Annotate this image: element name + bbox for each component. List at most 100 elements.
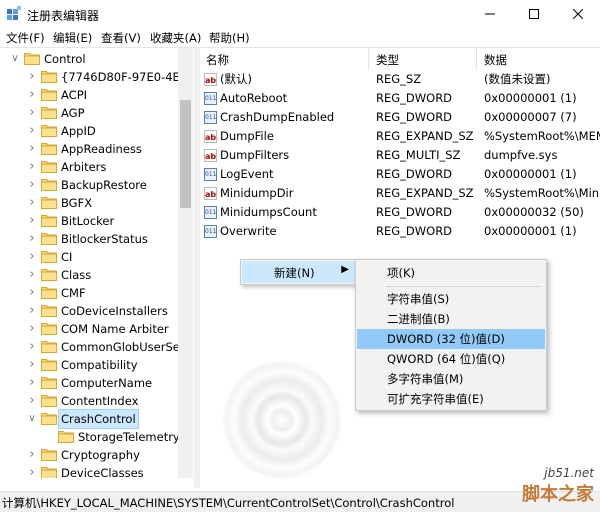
tree-item[interactable]: › CoDeviceInstallers: [0, 302, 180, 320]
close-button[interactable]: [556, 0, 600, 28]
tree-item-label: {7746D80F-97E0-4E26-: [61, 70, 192, 84]
tree-item[interactable]: › ContentIndex: [0, 392, 180, 410]
tree-item[interactable]: › BitlockerStatus: [0, 230, 180, 248]
chevron-right-icon[interactable]: ›: [27, 68, 37, 86]
folder-icon: [58, 430, 74, 443]
minimize-button[interactable]: [468, 0, 512, 28]
tree-item[interactable]: › {7746D80F-97E0-4E26-: [0, 68, 192, 86]
maximize-button[interactable]: [512, 0, 556, 28]
value-row[interactable]: 011 Overwrite REG_DWORD 0x00000001 (1): [200, 222, 600, 241]
value-data: (数值未设置): [484, 72, 551, 86]
column-header-name[interactable]: 名称: [206, 52, 229, 68]
binary-value-icon: 011: [204, 168, 217, 181]
chevron-right-icon[interactable]: ›: [27, 356, 37, 374]
chevron-right-icon[interactable]: ›: [27, 194, 37, 212]
chevron-right-icon[interactable]: ›: [27, 230, 37, 248]
submenu-item[interactable]: 可扩充字符串值(E): [357, 389, 545, 409]
chevron-right-icon[interactable]: ›: [27, 302, 37, 320]
folder-icon: [41, 304, 57, 317]
value-row[interactable]: ab MinidumpDir REG_EXPAND_SZ %SystemRoot%\M…: [200, 184, 600, 203]
chevron-right-icon[interactable]: ›: [27, 320, 37, 338]
menu-file[interactable]: 文件(F): [6, 30, 45, 46]
value-row[interactable]: 011 LogEvent REG_DWORD 0x00000001 (1): [200, 165, 600, 184]
chevron-right-icon[interactable]: ›: [27, 266, 37, 284]
tree-item[interactable]: › BGFX: [0, 194, 180, 212]
chevron-right-icon[interactable]: ›: [27, 374, 37, 392]
tree-item-label: Control: [44, 52, 86, 66]
column-divider[interactable]: [476, 48, 477, 70]
chevron-right-icon[interactable]: ›: [27, 86, 37, 104]
submenu-item[interactable]: QWORD (64 位)值(Q): [357, 349, 545, 369]
chevron-right-icon[interactable]: ›: [27, 104, 37, 122]
menu-separator: [386, 286, 541, 287]
chevron-right-icon[interactable]: ›: [27, 158, 37, 176]
tree-item[interactable]: › ACPI: [0, 86, 180, 104]
column-divider[interactable]: [368, 48, 369, 70]
tree-item[interactable]: › CI: [0, 248, 180, 266]
tree-item[interactable]: › CMF: [0, 284, 180, 302]
chevron-right-icon[interactable]: ›: [27, 338, 37, 356]
chevron-right-icon[interactable]: ›: [27, 140, 37, 158]
tree-item[interactable]: › COM Name Arbiter: [0, 320, 180, 338]
chevron-right-icon[interactable]: ›: [27, 212, 37, 230]
tree-item[interactable]: › CommonGlobUserSett: [0, 338, 188, 356]
registry-tree[interactable]: ∨ Control › {7746D80F-97E0-4E26- › ACPI › AGP › A…: [0, 48, 192, 478]
tree-item[interactable]: › Class: [0, 266, 180, 284]
value-data: 0x00000001 (1): [484, 91, 577, 105]
value-row[interactable]: ab DumpFilters REG_MULTI_SZ dumpfve.sys: [200, 146, 600, 165]
chevron-right-icon[interactable]: ›: [27, 248, 37, 266]
tree-item[interactable]: › ComputerName: [0, 374, 180, 392]
tree-item[interactable]: › BitLocker: [0, 212, 180, 230]
chevron-right-icon[interactable]: ›: [27, 464, 37, 478]
value-data: dumpfve.sys: [484, 148, 558, 162]
submenu-item[interactable]: DWORD (32 位)值(D): [357, 329, 545, 349]
folder-icon: [41, 196, 57, 209]
tree-item[interactable]: › DeviceClasses: [0, 464, 180, 478]
folder-icon: [41, 358, 57, 371]
chevron-down-icon[interactable]: ∨: [10, 50, 20, 68]
submenu-item[interactable]: 字符串值(S): [357, 289, 545, 309]
chevron-right-icon[interactable]: ›: [27, 122, 37, 140]
menu-help[interactable]: 帮助(H): [209, 30, 250, 46]
submenu-item-label: 可扩充字符串值(E): [387, 392, 484, 406]
tree-item[interactable]: › Compatibility: [0, 356, 180, 374]
value-row[interactable]: ab DumpFile REG_EXPAND_SZ %SystemRoot%\MEM: [200, 127, 600, 146]
submenu-item-label: 项(K): [387, 266, 416, 280]
tree-scrollbar[interactable]: [178, 48, 193, 478]
tree-item[interactable]: › AppReadiness: [0, 140, 180, 158]
menu-item-new[interactable]: 新建(N) ▶: [242, 261, 355, 283]
tree-item[interactable]: › Arbiters: [0, 158, 180, 176]
column-header-type[interactable]: 类型: [376, 52, 399, 68]
chevron-right-icon[interactable]: ›: [27, 446, 37, 464]
tree-item[interactable]: › Cryptography: [0, 446, 180, 464]
submenu-item[interactable]: 二进制值(B): [357, 309, 545, 329]
tree-item[interactable]: ∨ CrashControl: [0, 409, 180, 429]
tree-item[interactable]: › BackupRestore: [0, 176, 180, 194]
value-row[interactable]: 011 CrashDumpEnabled REG_DWORD 0x00000007 (…: [200, 108, 600, 127]
value-row[interactable]: 011 MinidumpsCount REG_DWORD 0x00000032 (50…: [200, 203, 600, 222]
status-bar: 计算机\HKEY_LOCAL_MACHINE\SYSTEM\CurrentCon…: [0, 491, 600, 512]
menu-favorites[interactable]: 收藏夹(A): [150, 30, 201, 46]
menu-view[interactable]: 查看(V): [101, 30, 141, 46]
folder-icon: [41, 376, 57, 389]
menu-bar: 文件(F) 编辑(E) 查看(V) 收藏夹(A) 帮助(H): [0, 28, 600, 47]
column-header-data[interactable]: 数据: [484, 52, 507, 68]
chevron-right-icon[interactable]: ›: [27, 392, 37, 410]
tree-item[interactable]: StorageTelemetry: [0, 428, 180, 446]
chevron-right-icon[interactable]: ›: [27, 176, 37, 194]
value-data: 0x00000032 (50): [484, 205, 584, 219]
tree-item-label: COM Name Arbiter: [61, 322, 169, 336]
value-row[interactable]: 011 AutoReboot REG_DWORD 0x00000001 (1): [200, 89, 600, 108]
submenu-item[interactable]: 多字符串值(M): [357, 369, 545, 389]
value-name: DumpFilters: [220, 148, 290, 162]
chevron-right-icon[interactable]: ›: [27, 284, 37, 302]
menu-edit[interactable]: 编辑(E): [53, 30, 92, 46]
tree-item[interactable]: › AppID: [0, 122, 180, 140]
tree-scroll-thumb[interactable]: [180, 100, 191, 208]
chevron-down-icon[interactable]: ∨: [27, 410, 37, 428]
tree-item[interactable]: ∨ Control: [0, 50, 180, 68]
tree-item[interactable]: › AGP: [0, 104, 180, 122]
submenu-item[interactable]: 项(K): [357, 263, 545, 283]
value-row[interactable]: ab (默认) REG_SZ (数值未设置): [200, 70, 600, 89]
